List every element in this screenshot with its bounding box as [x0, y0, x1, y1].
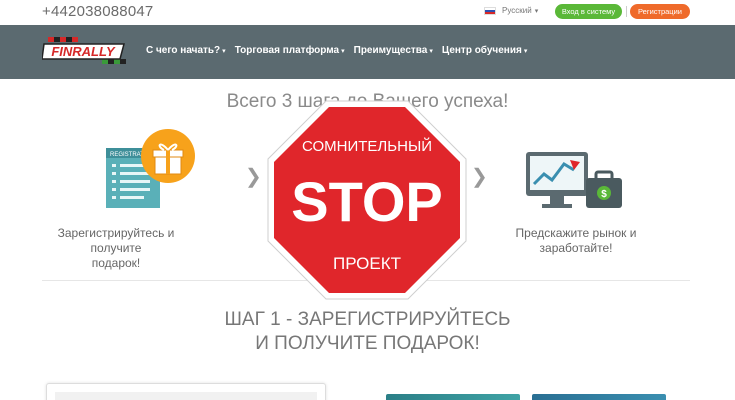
step-heading-line: ШАГ 1 - ЗАРЕГИСТРИРУЙТЕСЬ [224, 309, 511, 330]
nav-item-label: Центр обучения [441, 45, 522, 56]
top-bar: +442038088047 Русский ▾ Вход в систему Р… [0, 0, 735, 25]
stop-sign-icon: СОМНИТЕЛЬНЫЙ STOP ПРОЕКТ [267, 100, 467, 300]
register-button[interactable]: Регистрации [630, 4, 690, 19]
caption-line: заработайте! [539, 241, 613, 255]
registration-form-icon: REGISTRATION [106, 129, 195, 208]
finrally-logo[interactable]: FINRALLY [42, 33, 127, 71]
nav-item-label: Преимущества [353, 45, 428, 56]
step-heading-line: И ПОЛУЧИТЕ ПОДАРОК! [255, 333, 480, 354]
nav-item-advantages[interactable]: Преимущества ▾ [354, 45, 433, 56]
stop-sign-top-text: СОМНИТЕЛЬНЫЙ [302, 137, 432, 155]
chevron-down-icon: ▾ [222, 47, 226, 55]
form-field[interactable] [55, 392, 317, 400]
step-1-caption: Зарегистрируйтесь и получите подарок! [36, 226, 196, 271]
language-label: Русский [502, 6, 532, 15]
main-navigation: FINRALLY С чего начать? ▾ Торговая платфо… [0, 25, 735, 79]
nav-menu: С чего начать? ▾ Торговая платформа ▾ Преи… [146, 45, 536, 56]
nav-item-platform[interactable]: Торговая платформа ▾ [235, 45, 345, 56]
divider [626, 6, 627, 17]
chevron-down-icon: ▾ [429, 47, 433, 55]
chevron-right-icon: ❯ [245, 166, 262, 188]
caption-line: подарок! [91, 256, 141, 270]
step-heading: ШАГ 1 - ЗАРЕГИСТРИРУЙТЕСЬ И ПОЛУЧИТЕ ПОД… [0, 308, 735, 356]
stop-sign-main-text: STOP [291, 170, 442, 233]
language-selector[interactable]: Русский ▾ [484, 6, 538, 15]
caption-line: Предскажите рынок и [515, 226, 637, 240]
chevron-down-icon: ▾ [341, 47, 345, 55]
stop-sign-bottom-text: ПРОЕКТ [333, 254, 401, 273]
chevron-down-icon: ▾ [523, 47, 528, 55]
logo-text: FINRALLY [51, 44, 116, 59]
caption-line: Зарегистрируйтесь и получите [57, 226, 175, 255]
chevron-down-icon: ▾ [534, 7, 539, 15]
nav-item-getting-started[interactable]: С чего начать? ▾ [146, 45, 226, 56]
promo-image [386, 394, 520, 400]
nav-item-education[interactable]: Центр обучения ▾ [442, 45, 527, 56]
registration-form-panel [46, 383, 326, 400]
nav-item-label: С чего начать? [146, 45, 221, 56]
chevron-right-icon: ❯ [471, 166, 488, 188]
trading-monitor-icon: $ [526, 152, 622, 208]
step-3-caption: Предскажите рынок и заработайте! [496, 226, 656, 256]
nav-item-label: Торговая платформа [234, 45, 340, 56]
svg-text:$: $ [601, 189, 607, 200]
phone-number[interactable]: +442038088047 [42, 3, 153, 20]
promo-image [532, 394, 666, 400]
login-button[interactable]: Вход в систему [555, 4, 622, 19]
russian-flag-icon [484, 6, 496, 15]
